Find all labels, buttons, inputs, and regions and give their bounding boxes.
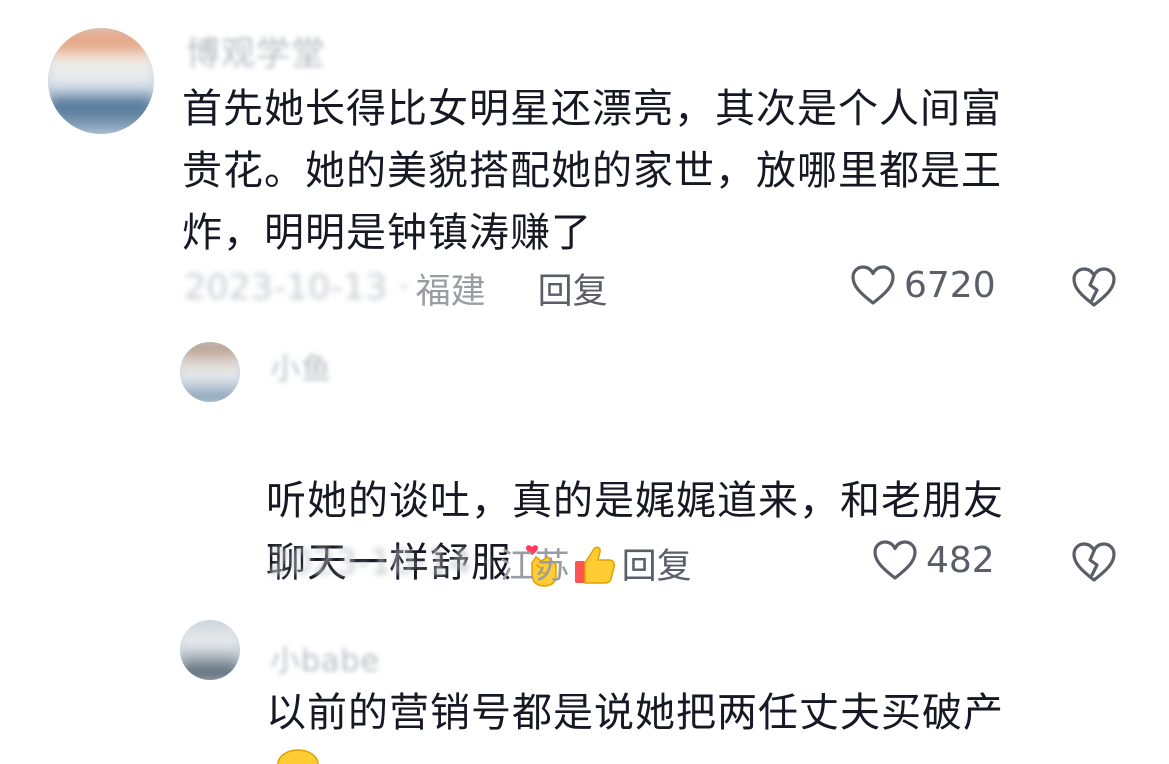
like-button[interactable]: 482 — [872, 539, 995, 581]
dislike-button[interactable] — [1071, 541, 1117, 587]
reply-item: 小鱼 听她的谈吐，真的是娓娓道来，和老朋友 聊天一样舒服 2023-10-14 … — [0, 330, 1169, 610]
comment-text: 首先她长得比女明星还漂亮，其次是个人间富 贵花。她的美貌搭配她的家世，放哪里都是… — [182, 86, 1002, 256]
like-count: 482 — [926, 539, 995, 581]
comment-meta: 2023-10-14 · 江苏 回复 — [268, 538, 692, 588]
like-count: 6720 — [904, 264, 996, 306]
heart-icon — [873, 540, 917, 580]
avatar[interactable] — [48, 28, 154, 134]
comment-region: 江苏 — [499, 546, 570, 587]
username[interactable]: 小babe — [270, 636, 380, 680]
emoji-partial — [277, 749, 319, 764]
comment-region: 福建 — [415, 271, 486, 312]
comment-meta: 2023-10-13 · 福建 回复 — [184, 263, 608, 313]
username[interactable]: 小鱼 — [270, 344, 332, 388]
like-button[interactable]: 6720 — [850, 264, 996, 306]
dislike-button[interactable] — [1071, 266, 1117, 312]
heart-icon — [851, 265, 895, 305]
comment-date: 2023-10-14 · — [268, 543, 494, 583]
broken-heart-icon — [1072, 542, 1116, 582]
reply-button[interactable]: 回复 — [622, 538, 692, 589]
comment-item: 博观学堂 首先她长得比女明星还漂亮，其次是个人间富 贵花。她的美貌搭配她的家世，… — [0, 0, 1169, 330]
avatar[interactable] — [180, 620, 240, 680]
avatar[interactable] — [180, 342, 240, 402]
reply-button[interactable]: 回复 — [538, 263, 608, 314]
comment-text: 以前的营销号都是说她把两任丈夫买破产 — [266, 690, 1004, 736]
username[interactable]: 博观学堂 — [186, 26, 326, 75]
comment-date: 2023-10-13 · — [184, 268, 410, 308]
broken-heart-icon — [1072, 267, 1116, 307]
reply-item: 小babe 以前的营销号都是说她把两任丈夫买破产 — [0, 610, 1169, 764]
